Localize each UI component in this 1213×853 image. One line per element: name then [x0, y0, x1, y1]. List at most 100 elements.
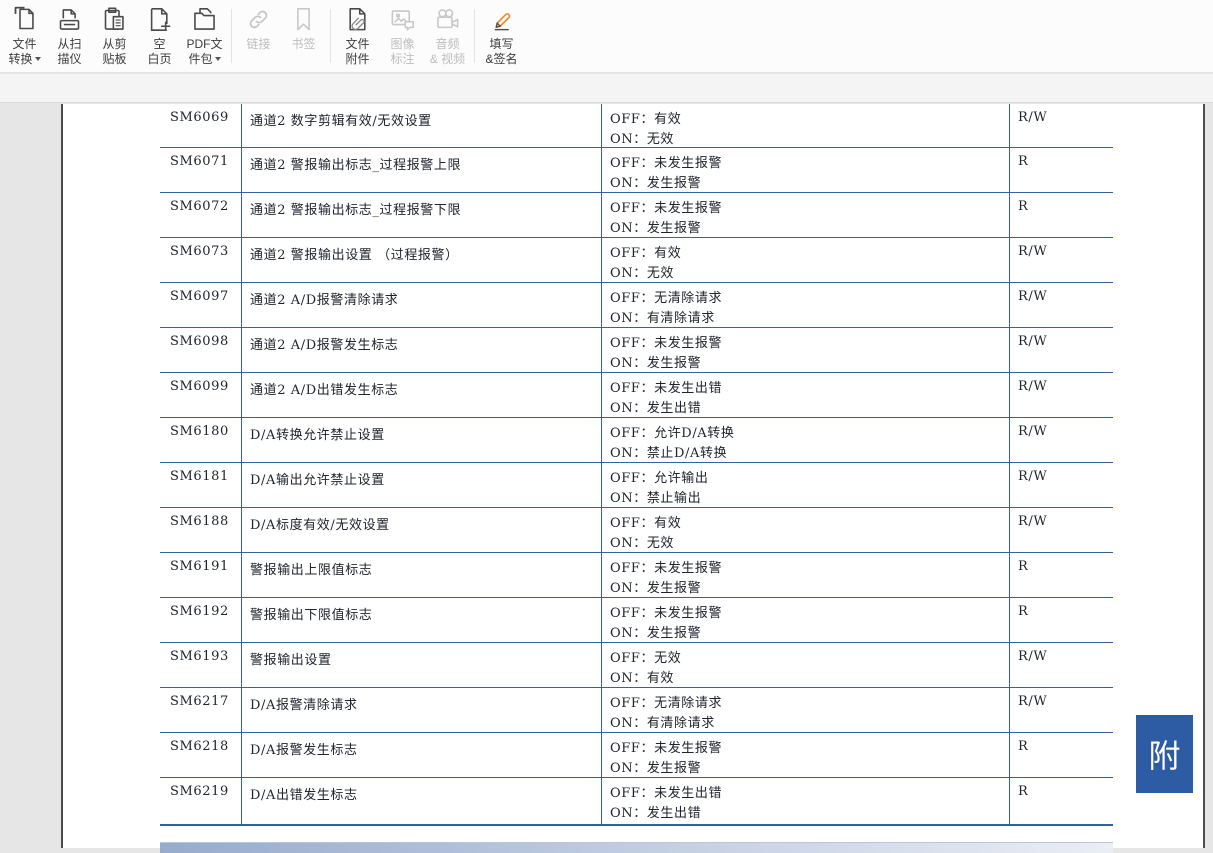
cell-rw: R/W — [1010, 328, 1113, 372]
toolbar-item-label: 文件 附件 — [345, 37, 369, 67]
cell-sm-number: SM6192 — [160, 598, 242, 642]
on-state-line: ON：发生报警 — [610, 354, 1009, 373]
cell-description: D/A标度有效/无效设置 — [242, 508, 602, 552]
table-row: SM6098 通道2 A/D报警发生标志 OFF：未发生报警 ON：发生报警 R… — [160, 328, 1113, 373]
off-state-line: OFF：未发生报警 — [610, 559, 1009, 579]
scanner-icon — [56, 6, 83, 33]
cell-sm-number: SM6219 — [160, 778, 242, 824]
on-state-line: ON：有清除请求 — [610, 714, 1009, 733]
toolbar-divider — [231, 9, 232, 63]
dropdown-caret-icon — [215, 57, 221, 61]
on-state-line: ON：发生报警 — [610, 624, 1009, 643]
toolbar-item-audio-video[interactable]: 音频 & 视频 — [425, 0, 470, 67]
cell-off-on-state: OFF：有效 ON：无效 — [602, 104, 1010, 147]
toolbar-item-blank-page[interactable]: 空 白页 — [137, 0, 182, 67]
cell-off-on-state: OFF：未发生出错 ON：发生出错 — [602, 778, 1010, 824]
toolbar-divider — [330, 9, 331, 63]
off-state-line: OFF：有效 — [610, 244, 1009, 264]
toolbar-item-label: 填写 &签名 — [485, 37, 517, 67]
table-row: SM6188 D/A标度有效/无效设置 OFF：有效 ON：无效 R/W — [160, 508, 1113, 553]
cell-description: D/A报警发生标志 — [242, 733, 602, 777]
cell-off-on-state: OFF：未发生报警 ON：发生报警 — [602, 733, 1010, 777]
off-state-line: OFF：有效 — [610, 514, 1009, 534]
toolbar-item-label: PDF文 件包 — [186, 37, 222, 67]
table-row: SM6219 D/A出错发生标志 OFF：未发生出错 ON：发生出错 R — [160, 778, 1113, 826]
off-state-line: OFF：未发生报警 — [610, 739, 1009, 759]
appendix-tab: 附 — [1136, 715, 1193, 793]
table-row: SM6099 通道2 A/D出错发生标志 OFF：未发生出错 ON：发生出错 R… — [160, 373, 1113, 418]
off-state-line: OFF：无效 — [610, 649, 1009, 669]
cell-description: 通道2 警报输出标志_过程报警下限 — [242, 193, 602, 237]
off-state-line: OFF：无清除请求 — [610, 694, 1009, 714]
on-state-line: ON：发生报警 — [610, 219, 1009, 238]
cell-description: 警报输出上限值标志 — [242, 553, 602, 597]
cell-off-on-state: OFF：未发生报警 ON：发生报警 — [602, 193, 1010, 237]
dropdown-caret-icon — [35, 57, 41, 61]
cell-rw: R/W — [1010, 508, 1113, 552]
off-state-line: OFF：有效 — [610, 110, 1009, 130]
cell-sm-number: SM6098 — [160, 328, 242, 372]
main-toolbar: 文件 转换 从扫 描仪 从剪 贴板 — [0, 0, 1213, 73]
cell-description: D/A报警清除请求 — [242, 688, 602, 732]
link-icon — [245, 6, 272, 33]
toolbar-item-link[interactable]: 链接 — [236, 0, 281, 52]
on-state-line: ON：无效 — [610, 534, 1009, 553]
cell-rw: R/W — [1010, 283, 1113, 327]
cell-description: 警报输出设置 — [242, 643, 602, 687]
cell-description: 通道2 警报输出设置 （过程报警） — [242, 238, 602, 282]
cell-off-on-state: OFF：无清除请求 ON：有清除请求 — [602, 688, 1010, 732]
cell-rw: R/W — [1010, 418, 1113, 462]
table-row: SM6218 D/A报警发生标志 OFF：未发生报警 ON：发生报警 R — [160, 733, 1113, 778]
cell-off-on-state: OFF：允许输出 ON：禁止输出 — [602, 463, 1010, 507]
image-annotation-icon — [389, 6, 416, 33]
toolbar-item-pdf-portfolio[interactable]: PDF文 件包 — [182, 0, 227, 67]
toolbar-item-file-attachment[interactable]: 文件 附件 — [335, 0, 380, 67]
cell-description: 警报输出下限值标志 — [242, 598, 602, 642]
table-row: SM6072 通道2 警报输出标志_过程报警下限 OFF：未发生报警 ON：发生… — [160, 193, 1113, 238]
table-row: SM6191 警报输出上限值标志 OFF：未发生报警 ON：发生报警 R — [160, 553, 1113, 598]
cell-sm-number: SM6072 — [160, 193, 242, 237]
on-state-line: ON：发生报警 — [610, 759, 1009, 778]
cell-sm-number: SM6180 — [160, 418, 242, 462]
toolbar-item-file-convert[interactable]: 文件 转换 — [2, 0, 47, 67]
toolbar-item-image-annotation[interactable]: 图像 标注 — [380, 0, 425, 67]
pdf-portfolio-icon — [191, 6, 218, 33]
register-table: SM6069 通道2 数字剪辑有效/无效设置 OFF：有效 ON：无效 R/W … — [160, 104, 1113, 826]
toolbar-item-label: 图像 标注 — [390, 37, 414, 67]
cell-off-on-state: OFF：未发生报警 ON：发生报警 — [602, 553, 1010, 597]
toolbar-item-from-scanner[interactable]: 从扫 描仪 — [47, 0, 92, 67]
toolbar-item-bookmark[interactable]: 书签 — [281, 0, 326, 52]
cell-off-on-state: OFF：未发生出错 ON：发生出错 — [602, 373, 1010, 417]
table-row: SM6071 通道2 警报输出标志_过程报警上限 OFF：未发生报警 ON：发生… — [160, 148, 1113, 193]
cell-sm-number: SM6193 — [160, 643, 242, 687]
cell-description: D/A输出允许禁止设置 — [242, 463, 602, 507]
cell-off-on-state: OFF：允许D/A转换 ON：禁止D/A转换 — [602, 418, 1010, 462]
off-state-line: OFF：未发生报警 — [610, 154, 1009, 174]
table-row: SM6193 警报输出设置 OFF：无效 ON：有效 R/W — [160, 643, 1113, 688]
cell-sm-number: SM6217 — [160, 688, 242, 732]
toolbar-item-from-clipboard[interactable]: 从剪 贴板 — [92, 0, 137, 67]
on-state-line: ON：有清除请求 — [610, 309, 1009, 328]
cell-description: 通道2 警报输出标志_过程报警上限 — [242, 148, 602, 192]
cell-rw: R — [1010, 778, 1113, 824]
toolbar-item-label: 链接 — [246, 37, 270, 52]
cell-off-on-state: OFF：未发生报警 ON：发生报警 — [602, 148, 1010, 192]
clipboard-icon — [101, 6, 128, 33]
cell-description: D/A出错发生标志 — [242, 778, 602, 824]
table-row: SM6097 通道2 A/D报警清除请求 OFF：无清除请求 ON：有清除请求 … — [160, 283, 1113, 328]
cell-rw: R/W — [1010, 238, 1113, 282]
off-state-line: OFF：未发生出错 — [610, 784, 1009, 804]
toolbar-divider — [474, 9, 475, 63]
cell-rw: R/W — [1010, 643, 1113, 687]
cell-rw: R — [1010, 598, 1113, 642]
cell-description: 通道2 A/D报警清除请求 — [242, 283, 602, 327]
toolbar-item-fill-sign[interactable]: 填写 &签名 — [479, 0, 524, 67]
toolbar-item-label: 空 白页 — [147, 37, 171, 67]
on-state-line: ON：发生出错 — [610, 399, 1009, 418]
cell-rw: R/W — [1010, 463, 1113, 507]
cell-rw: R — [1010, 148, 1113, 192]
cell-rw: R/W — [1010, 688, 1113, 732]
on-state-line: ON：有效 — [610, 669, 1009, 688]
bookmark-icon — [290, 6, 317, 33]
table-row: SM6069 通道2 数字剪辑有效/无效设置 OFF：有效 ON：无效 R/W — [160, 104, 1113, 148]
